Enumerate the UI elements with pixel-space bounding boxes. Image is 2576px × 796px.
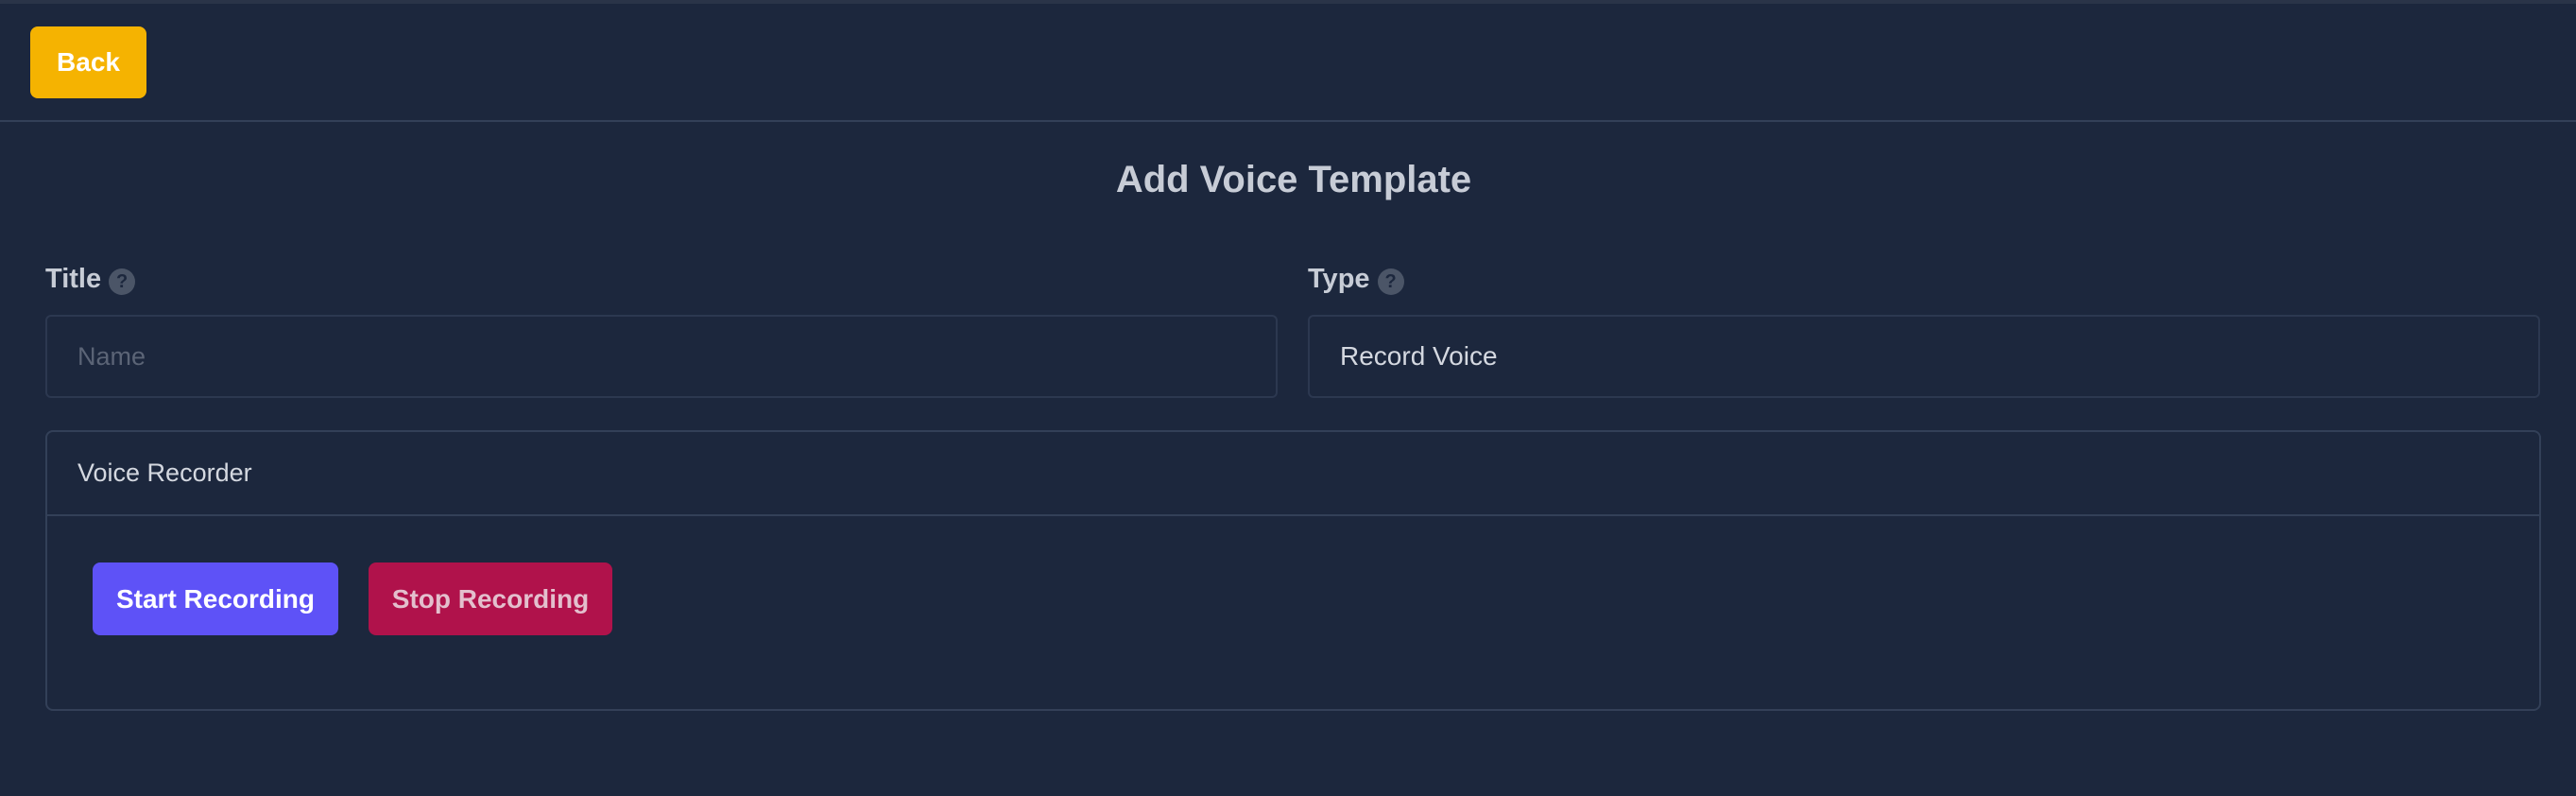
title-field-label: Title ?	[45, 263, 136, 295]
title-input[interactable]	[45, 315, 1278, 398]
page-title: Add Voice Template	[1115, 159, 1472, 200]
back-button[interactable]: Back	[30, 26, 146, 98]
voice-recorder-card: Voice Recorder Start Recording Stop Reco…	[45, 430, 2541, 711]
voice-recorder-title: Voice Recorder	[77, 459, 252, 487]
stop-recording-button[interactable]: Stop Recording	[369, 562, 612, 635]
voice-recorder-header: Voice Recorder	[47, 432, 2539, 516]
type-select[interactable]: Record Voice	[1308, 315, 2540, 398]
start-recording-button[interactable]: Start Recording	[93, 562, 338, 635]
type-field-label: Type ?	[1308, 263, 1404, 295]
title-label-text: Title	[45, 263, 102, 294]
type-help-icon[interactable]: ?	[1377, 268, 1404, 295]
type-label-text: Type	[1308, 263, 1370, 294]
type-select-value: Record Voice	[1340, 341, 1498, 371]
title-help-icon[interactable]: ?	[109, 268, 136, 295]
top-bar: Back	[0, 0, 2576, 122]
